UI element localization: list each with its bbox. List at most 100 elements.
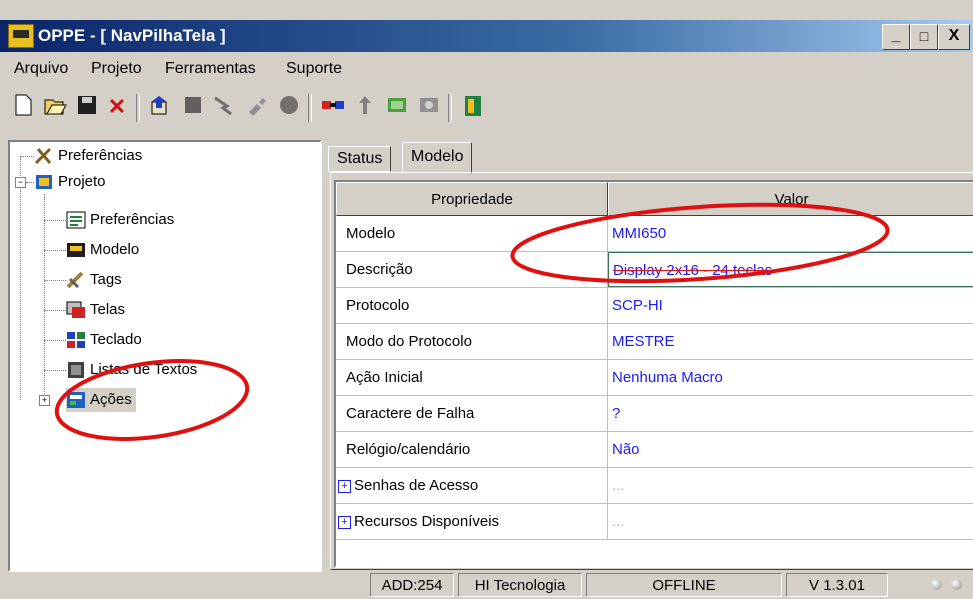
text-list-icon: [66, 361, 86, 379]
toolbar-separator: [448, 94, 452, 122]
table-row[interactable]: Protocolo SCP-HI: [336, 288, 973, 324]
property-value[interactable]: Não: [608, 432, 973, 467]
tree-connector: [44, 310, 66, 311]
menu-bar: Arquivo Projeto Ferramentas Suporte: [0, 54, 973, 84]
status-connection: OFFLINE: [586, 573, 782, 597]
tree-item-label: Projeto: [58, 173, 106, 190]
menu-ferramentas[interactable]: Ferramentas: [165, 60, 256, 78]
save-icon[interactable]: [74, 94, 100, 120]
stop-icon[interactable]: [180, 94, 206, 120]
property-value[interactable]: ?: [608, 396, 973, 431]
tree-item-tags[interactable]: Tags: [66, 268, 122, 292]
property-name: Modo do Protocolo: [336, 324, 608, 359]
close-button[interactable]: X: [938, 24, 970, 50]
tree-item-preferences[interactable]: Preferências: [34, 144, 142, 168]
property-value[interactable]: Display 2x16 - 24 teclas: [608, 252, 973, 287]
property-name: Protocolo: [336, 288, 608, 323]
table-row[interactable]: Modelo MMI650: [336, 216, 973, 252]
status-company: HI Tecnologia: [458, 573, 582, 597]
status-bar: ADD:254 HI Tecnologia OFFLINE V 1.3.01: [0, 571, 973, 599]
expand-actions-toggle[interactable]: +: [39, 395, 50, 406]
tree-item-project-preferences[interactable]: Preferências: [66, 208, 174, 232]
tree-item-label: Preferências: [90, 211, 175, 228]
toolbar: ✕: [0, 88, 973, 128]
screens-icon: [66, 301, 86, 319]
plug-icon[interactable]: [244, 94, 270, 120]
collapse-project-toggle[interactable]: −: [15, 177, 26, 188]
tree-item-label: Tags: [90, 271, 122, 288]
preferences-icon: [66, 211, 86, 229]
tree-connector: [44, 340, 66, 341]
title-bar: OPPE - [ NavPilhaTela ] _ □ X: [0, 20, 973, 52]
table-row[interactable]: Caractere de Falha ?: [336, 396, 973, 432]
property-value[interactable]: ...: [608, 504, 973, 539]
tree-item-label: Ações: [90, 391, 132, 408]
toolbar-separator: [308, 94, 312, 122]
table-row[interactable]: + Senhas de Acesso ...: [336, 468, 973, 504]
connect-icon[interactable]: [320, 94, 346, 120]
app-icon: [8, 24, 34, 48]
property-value[interactable]: Nenhuma Macro: [608, 360, 973, 395]
status-version: V 1.3.01: [786, 573, 888, 597]
menu-suporte[interactable]: Suporte: [286, 60, 342, 78]
tree-item-project[interactable]: Projeto: [34, 170, 106, 194]
tree-connector: [26, 182, 34, 183]
tree-connector: [44, 220, 66, 221]
property-name: Descrição: [336, 252, 608, 287]
tree-item-label: Preferências: [58, 147, 143, 164]
property-name: Caractere de Falha: [336, 396, 608, 431]
tab-model[interactable]: Modelo: [402, 142, 473, 174]
property-name-cell: + Recursos Disponíveis: [336, 504, 608, 539]
tree-connector: [20, 156, 21, 400]
property-name: Ação Inicial: [336, 360, 608, 395]
maximize-button[interactable]: □: [910, 24, 938, 50]
tree-connector: [44, 370, 66, 371]
tree-item-keyboard[interactable]: Teclado: [66, 328, 142, 352]
column-header-property[interactable]: Propriedade: [336, 182, 608, 216]
settings-icon[interactable]: [416, 94, 442, 120]
property-value[interactable]: MESTRE: [608, 324, 973, 359]
menu-arquivo[interactable]: Arquivo: [14, 60, 68, 78]
tree-item-screens[interactable]: Telas: [66, 298, 125, 322]
table-row[interactable]: Descrição Display 2x16 - 24 teclas: [336, 252, 973, 288]
upload-icon[interactable]: [352, 94, 378, 120]
exit-icon[interactable]: [460, 94, 486, 120]
minimize-button[interactable]: _: [882, 24, 910, 50]
expand-icon[interactable]: +: [338, 515, 351, 529]
open-folder-icon[interactable]: [42, 94, 68, 120]
tree-item-text-lists[interactable]: Listas de Textos: [66, 358, 197, 382]
tool-icon[interactable]: [212, 94, 238, 120]
menu-projeto[interactable]: Projeto: [91, 60, 142, 78]
expand-icon[interactable]: +: [338, 479, 351, 493]
toolbar-separator: [136, 94, 140, 122]
property-value[interactable]: SCP-HI: [608, 288, 973, 323]
property-value[interactable]: MMI650: [608, 216, 973, 251]
record-icon[interactable]: [276, 94, 302, 120]
property-name: Senhas de Acesso: [354, 477, 479, 494]
tree-item-label: Listas de Textos: [90, 361, 198, 378]
tree-item-actions[interactable]: Ações: [66, 388, 136, 412]
property-value[interactable]: ...: [608, 468, 973, 503]
property-grid: Propriedade Valor Modelo MMI650 Descriçã…: [334, 180, 973, 568]
tree-connector: [44, 280, 66, 281]
table-row[interactable]: Modo do Protocolo MESTRE: [336, 324, 973, 360]
table-row[interactable]: Relógio/calendário Não: [336, 432, 973, 468]
table-row[interactable]: + Recursos Disponíveis ...: [336, 504, 973, 540]
keyboard-icon: [66, 331, 86, 349]
tools-icon: [34, 147, 54, 165]
tree-item-model[interactable]: Modelo: [66, 238, 139, 262]
transfer-icon[interactable]: [148, 94, 174, 120]
property-name: Modelo: [336, 216, 608, 251]
new-file-icon[interactable]: [10, 94, 36, 120]
tree-item-label: Telas: [90, 301, 126, 318]
table-row[interactable]: Ação Inicial Nenhuma Macro: [336, 360, 973, 396]
project-icon: [34, 173, 54, 191]
tree-item-label: Modelo: [90, 241, 140, 258]
tree-connector: [44, 250, 66, 251]
delete-icon[interactable]: ✕: [104, 94, 130, 120]
tab-status[interactable]: Status: [328, 146, 392, 172]
tags-icon: [66, 271, 86, 289]
download-icon[interactable]: [384, 94, 410, 120]
column-header-value[interactable]: Valor: [608, 182, 973, 216]
tree-item-label: Teclado: [90, 331, 142, 348]
